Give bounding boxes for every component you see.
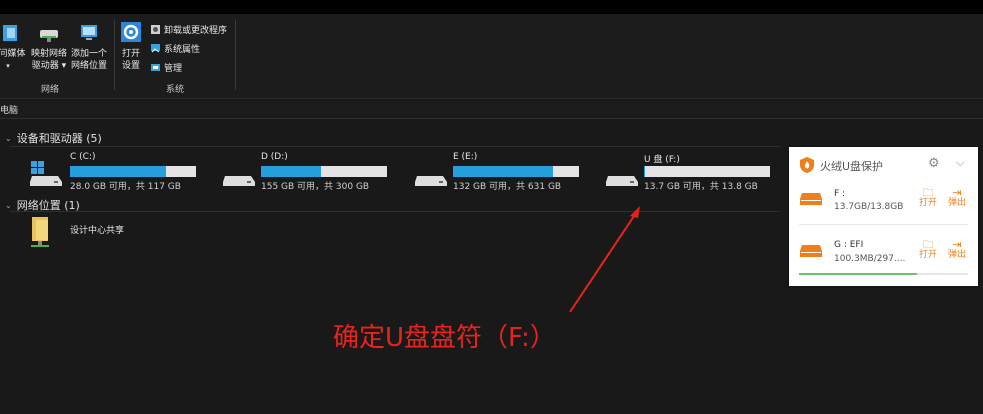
usage-fill bbox=[799, 273, 918, 275]
manage-button[interactable]: 管理 bbox=[150, 61, 182, 74]
add-network-location-button[interactable]: 添加一个 网络位置 bbox=[69, 22, 109, 72]
open-settings-label-1: 打开 bbox=[121, 49, 140, 59]
folder-icon: 🗀 bbox=[922, 186, 934, 199]
drive-c[interactable]: C (C:) 28.0 GB 可用，共 117 GB bbox=[28, 150, 208, 192]
usb-drive-label: F : bbox=[834, 189, 846, 199]
gear-icon bbox=[121, 22, 141, 42]
eject-label: 弹出 bbox=[947, 250, 966, 260]
usb-drive-label: G : EFI bbox=[834, 240, 864, 250]
breadcrumb: 电脑 bbox=[0, 106, 19, 116]
media-access-button[interactable]: 问媒体 ▾ bbox=[0, 22, 30, 72]
drive-free-space: 132 GB 可用，共 631 GB bbox=[453, 182, 562, 192]
map-drive-label-2: 驱动器 ▾ bbox=[31, 61, 67, 71]
usb-drive-size: 100.3MB/297.... bbox=[834, 254, 906, 264]
settings-gear-icon[interactable]: ⚙ bbox=[928, 156, 940, 171]
eject-button[interactable]: ⇥ 弹出 bbox=[946, 187, 968, 209]
collapse-chevron-icon[interactable]: ⌵ bbox=[956, 156, 964, 170]
section-divider bbox=[10, 211, 780, 212]
network-folder-icon bbox=[31, 217, 49, 247]
open-label: 打开 bbox=[918, 250, 937, 260]
folder-icon: 🗀 bbox=[922, 238, 934, 251]
eject-button[interactable]: ⇥ 弹出 bbox=[946, 239, 968, 261]
drive-usage-bar bbox=[453, 166, 579, 177]
media-label: 问媒体 bbox=[0, 49, 26, 59]
annotation-arrow bbox=[569, 206, 640, 313]
system-properties-button[interactable]: 系统属性 bbox=[150, 42, 200, 55]
drive-d[interactable]: D (D:) 155 GB 可用，共 300 GB bbox=[221, 150, 401, 192]
group-network-label: 网络 bbox=[40, 85, 59, 95]
eject-icon: ⇥ bbox=[952, 186, 962, 199]
drive-name: E (E:) bbox=[453, 152, 478, 162]
drive-free-space: 13.7 GB 可用，共 13.8 GB bbox=[644, 182, 758, 192]
open-button[interactable]: 🗀 打开 bbox=[917, 239, 939, 261]
drive-usage-fill bbox=[644, 166, 646, 177]
drive-usage-bar bbox=[70, 166, 196, 177]
usb-drive-icon bbox=[800, 193, 822, 205]
add-location-label-2: 网络位置 bbox=[70, 61, 107, 71]
usage-track bbox=[799, 273, 968, 275]
usb-drive-size: 13.7GB/13.8GB bbox=[834, 202, 904, 212]
drive-name: C (C:) bbox=[70, 152, 96, 162]
open-settings-label-2: 设置 bbox=[121, 61, 140, 71]
map-drive-label-1: 映射网络 bbox=[30, 49, 67, 59]
drive-free-space: 155 GB 可用，共 300 GB bbox=[261, 182, 370, 192]
drive-name: D (D:) bbox=[261, 152, 288, 162]
manage-icon bbox=[151, 64, 160, 71]
media-icon bbox=[3, 25, 17, 41]
group-system-label: 系统 bbox=[165, 85, 184, 95]
drive-usage-fill bbox=[70, 166, 166, 177]
eject-icon: ⇥ bbox=[952, 238, 962, 251]
open-settings-button[interactable]: 打开 设置 bbox=[117, 22, 145, 72]
uninstall-label: 卸载或更改程序 bbox=[164, 26, 228, 36]
drive-usage-bar bbox=[644, 166, 770, 177]
eject-label: 弹出 bbox=[947, 198, 966, 208]
manage-label: 管理 bbox=[164, 64, 183, 74]
chevron-down-icon: ⌄ bbox=[5, 133, 12, 143]
shield-icon bbox=[800, 157, 814, 173]
usb-protection-panel: 火绒U盘保护 ⚙ ⌵ F : 13.7GB/13.8GB 🗀 打开 ⇥ 弹出 G… bbox=[789, 147, 978, 286]
drive-free-space: 28.0 GB 可用，共 117 GB bbox=[70, 182, 181, 192]
network-location-item[interactable]: 设计中心共享 bbox=[28, 214, 188, 254]
network-drive-icon bbox=[40, 30, 58, 42]
uninstall-program-button[interactable]: 卸载或更改程序 bbox=[150, 23, 227, 36]
drive-e[interactable]: E (E:) 132 GB 可用，共 631 GB bbox=[413, 150, 593, 192]
windows-drive-icon bbox=[30, 161, 62, 186]
open-label: 打开 bbox=[918, 198, 937, 208]
title-bar bbox=[0, 0, 983, 14]
section-divider bbox=[10, 146, 780, 147]
system-properties-icon bbox=[151, 44, 160, 53]
ribbon-divider bbox=[114, 20, 115, 90]
usb-drive-icon bbox=[800, 245, 822, 257]
chevron-down-icon: ▾ bbox=[6, 62, 10, 70]
usb-drive-icon bbox=[606, 176, 638, 186]
hard-drive-icon bbox=[223, 176, 255, 186]
system-props-label: 系统属性 bbox=[164, 45, 201, 55]
address-bar[interactable]: 电脑 bbox=[0, 100, 983, 119]
network-item-label: 设计中心共享 bbox=[70, 226, 125, 236]
drive-usage-fill bbox=[261, 166, 322, 177]
annotation-text: 确定U盘盘符（F:） bbox=[333, 323, 556, 353]
add-location-label-1: 添加一个 bbox=[70, 49, 107, 59]
drive-name: U 盘 (F:) bbox=[644, 155, 680, 165]
drive-usage-fill bbox=[453, 166, 553, 177]
ribbon: 问媒体 ▾ 映射网络 驱动器 ▾ 添加一个 网络位置 网络 打开 设置 卸载或更… bbox=[0, 14, 983, 99]
uninstall-icon bbox=[151, 25, 160, 34]
panel-title: 火绒U盘保护 bbox=[820, 160, 884, 173]
row-divider bbox=[799, 224, 968, 225]
chevron-down-icon: ⌄ bbox=[5, 200, 12, 210]
open-button[interactable]: 🗀 打开 bbox=[917, 187, 939, 209]
devices-section-header[interactable]: ⌄ 设备和驱动器 (5) bbox=[5, 130, 102, 146]
devices-header-label: 设备和驱动器 (5) bbox=[16, 132, 102, 145]
monitor-icon bbox=[81, 25, 97, 40]
ribbon-divider bbox=[235, 20, 236, 90]
hard-drive-icon bbox=[415, 176, 447, 186]
drive-usage-bar bbox=[261, 166, 387, 177]
drive-f-usb[interactable]: U 盘 (F:) 13.7 GB 可用，共 13.8 GB bbox=[604, 150, 784, 192]
map-network-drive-button[interactable]: 映射网络 驱动器 ▾ bbox=[29, 22, 69, 72]
